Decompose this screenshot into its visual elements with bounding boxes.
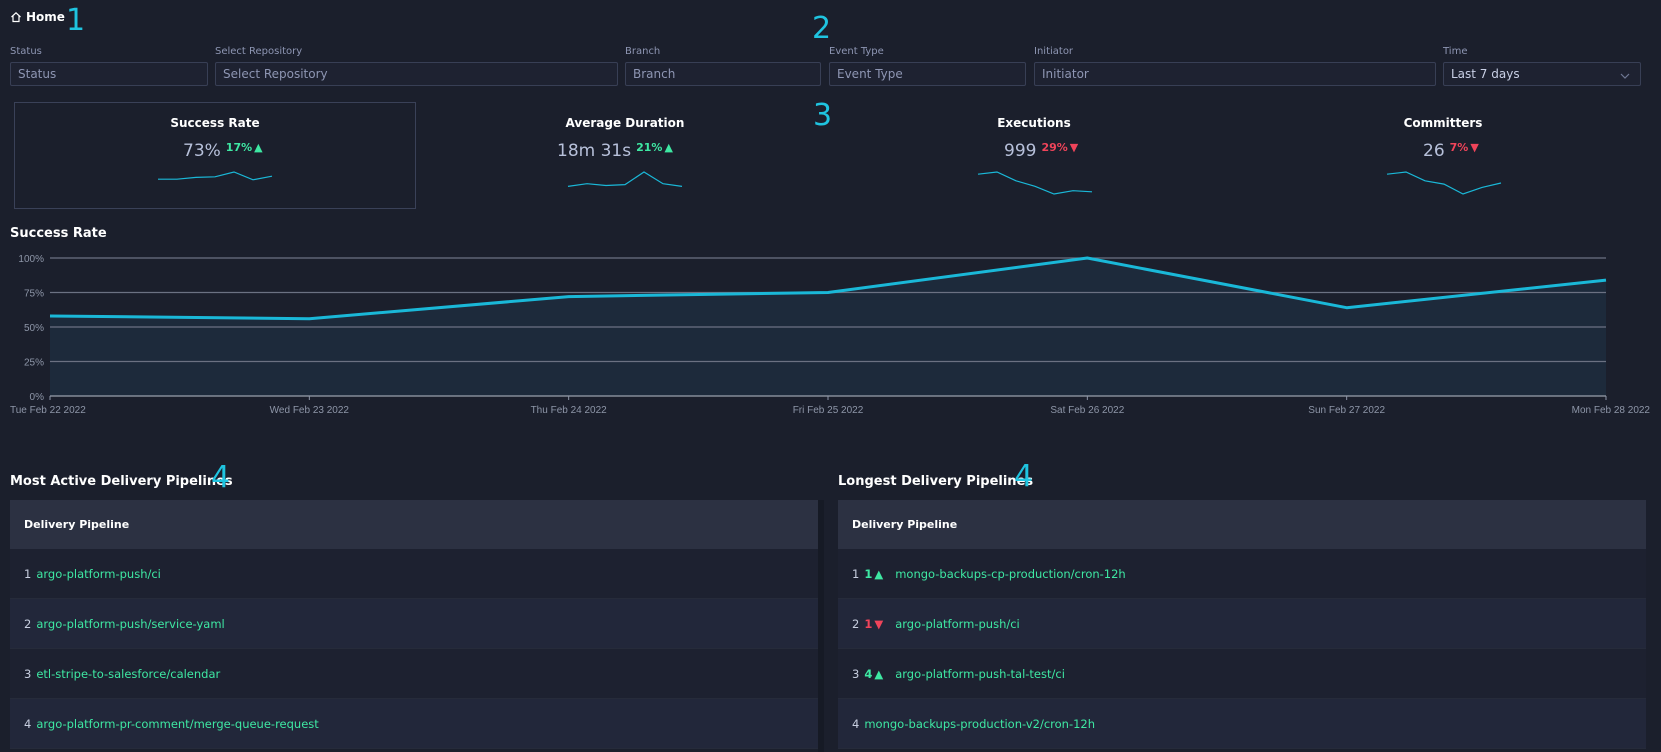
home-icon	[10, 11, 22, 23]
annotation-marker: 4	[1014, 459, 1034, 494]
status-filter[interactable]: Status	[10, 62, 208, 86]
annotation-marker: 2	[812, 11, 832, 46]
annotation-marker: 1	[66, 3, 86, 38]
y-tick-label: 75%	[24, 289, 44, 300]
success-rate-chart: 100% 75% 50% 25% 0% Tue Feb 22 2022 Wed Feb 23…	[10, 254, 1651, 416]
x-tick-label: Fri Feb 25 2022	[793, 405, 864, 416]
x-tick-label: Sun Feb 27 2022	[1308, 405, 1385, 416]
most-active-table: Delivery Pipeline 1 argo-platform-push/c…	[10, 500, 818, 749]
pipeline-link[interactable]: argo-platform-push/service-yaml	[36, 617, 224, 631]
initiator-filter-label: Initiator	[1034, 46, 1074, 57]
longest-title: Longest Delivery Pipelines	[838, 474, 1034, 489]
arrow-down-icon: ▼	[874, 616, 884, 631]
sparkline-path	[1386, 171, 1502, 195]
sparkline	[158, 171, 273, 181]
kpi-delta: 21% ▲	[636, 141, 673, 154]
y-tick-label: 25%	[24, 358, 44, 369]
table-row[interactable]: 2 1 ▼ argo-platform-push/ci	[838, 599, 1646, 649]
arrow-down-icon: ▼	[1069, 141, 1079, 154]
table-row[interactable]: 2 argo-platform-push/service-yaml	[10, 599, 818, 649]
sparkline-path	[158, 171, 273, 181]
kpi-title: Average Duration	[565, 116, 685, 130]
branch-filter[interactable]: Branch	[625, 62, 821, 86]
x-tick-label: Thu Feb 24 2022	[531, 405, 608, 416]
annotation-marker: 3	[813, 98, 833, 133]
kpi-title: Committers	[1403, 116, 1483, 130]
annotation-marker: 4	[211, 460, 231, 495]
kpi-value: 999	[1004, 141, 1037, 161]
rank-change: 4 ▲	[864, 666, 884, 681]
kpi-delta: 7% ▼	[1449, 141, 1479, 154]
kpi-value: 73%	[183, 141, 221, 161]
rank-change: 1 ▼	[864, 616, 884, 631]
sparkline	[567, 171, 683, 187]
chevron-down-icon	[1620, 69, 1630, 83]
sparkline-path	[567, 171, 683, 187]
kpi-delta: 29% ▼	[1041, 141, 1079, 154]
chart-title: Success Rate	[10, 226, 107, 241]
table-header[interactable]: Delivery Pipeline	[10, 500, 818, 549]
table-row[interactable]: 3 4 ▲ argo-platform-push-tal-test/ci	[838, 649, 1646, 699]
y-tick-label: 100%	[18, 254, 44, 265]
time-filter-label: Time	[1443, 46, 1468, 57]
arrow-down-icon: ▼	[1470, 141, 1479, 154]
pipeline-link[interactable]: argo-platform-push/ci	[895, 617, 1020, 631]
kpi-success-rate: 73% 17% ▲	[183, 141, 263, 161]
table-row[interactable]: 1 argo-platform-push/ci	[10, 549, 818, 599]
pipeline-link[interactable]: argo-platform-push-tal-test/ci	[895, 667, 1065, 681]
kpi-delta: 17% ▲	[225, 141, 263, 154]
kpi-title: Success Rate	[170, 116, 260, 130]
pipeline-link[interactable]: mongo-backups-cp-production/cron-12h	[895, 567, 1126, 581]
table-row[interactable]: 3 etl-stripe-to-salesforce/calendar	[10, 649, 818, 699]
pipeline-link[interactable]: etl-stripe-to-salesforce/calendar	[36, 667, 220, 681]
table-row[interactable]: 1 1 ▲ mongo-backups-cp-production/cron-12…	[838, 549, 1646, 599]
x-tick-label: Tue Feb 22 2022	[10, 405, 86, 416]
sparkline	[1386, 171, 1502, 195]
table-row[interactable]: 4 mongo-backups-production-v2/cron-12h	[838, 699, 1646, 749]
repository-filter[interactable]: Select Repository	[215, 62, 618, 86]
x-tick-label: Wed Feb 23 2022	[270, 405, 350, 416]
kpi-average-duration: 18m 31s 21% ▲	[557, 141, 673, 161]
y-tick-label: 0%	[30, 392, 45, 403]
sparkline-path	[977, 171, 1093, 195]
pipeline-link[interactable]: argo-platform-pr-comment/merge-queue-req…	[36, 717, 318, 731]
time-select[interactable]: Last 7 days	[1443, 62, 1641, 86]
most-active-title: Most Active Delivery Pipelines	[10, 474, 233, 489]
status-filter-label: Status	[10, 46, 42, 57]
repository-filter-label: Select Repository	[215, 46, 303, 57]
sparkline	[977, 171, 1093, 195]
longest-table: Delivery Pipeline 1 1 ▲ mongo-backups-cp-…	[838, 500, 1646, 749]
arrow-up-icon: ▲	[874, 666, 884, 681]
x-tick-label: Sat Feb 26 2022	[1050, 405, 1124, 416]
arrow-up-icon: ▲	[664, 141, 673, 154]
event-type-filter-label: Event Type	[829, 46, 884, 57]
pipeline-link[interactable]: argo-platform-push/ci	[36, 567, 161, 581]
branch-filter-label: Branch	[625, 46, 661, 57]
kpi-committers: 26 7% ▼	[1423, 141, 1479, 161]
time-select-value: Last 7 days	[1451, 67, 1520, 81]
event-type-filter[interactable]: Event Type	[829, 62, 1026, 86]
table-header[interactable]: Delivery Pipeline	[838, 500, 1646, 549]
arrow-up-icon: ▲	[254, 141, 263, 154]
pipeline-link[interactable]: mongo-backups-production-v2/cron-12h	[864, 717, 1095, 731]
arrow-up-icon: ▲	[874, 566, 884, 581]
kpi-value: 26	[1423, 141, 1445, 161]
kpi-value: 18m 31s	[557, 141, 632, 161]
home-breadcrumb[interactable]: Home	[10, 10, 65, 24]
home-label: Home	[26, 10, 65, 24]
rank-change: 1 ▲	[864, 566, 884, 581]
table-divider	[818, 500, 824, 752]
kpi-executions: 999 29% ▼	[1004, 141, 1078, 161]
kpi-title: Executions	[997, 116, 1071, 130]
table-row[interactable]: 4 argo-platform-pr-comment/merge-queue-r…	[10, 699, 818, 749]
y-tick-label: 50%	[24, 323, 44, 334]
x-tick-label: Mon Feb 28 2022	[1572, 405, 1651, 416]
initiator-filter[interactable]: Initiator	[1034, 62, 1436, 86]
